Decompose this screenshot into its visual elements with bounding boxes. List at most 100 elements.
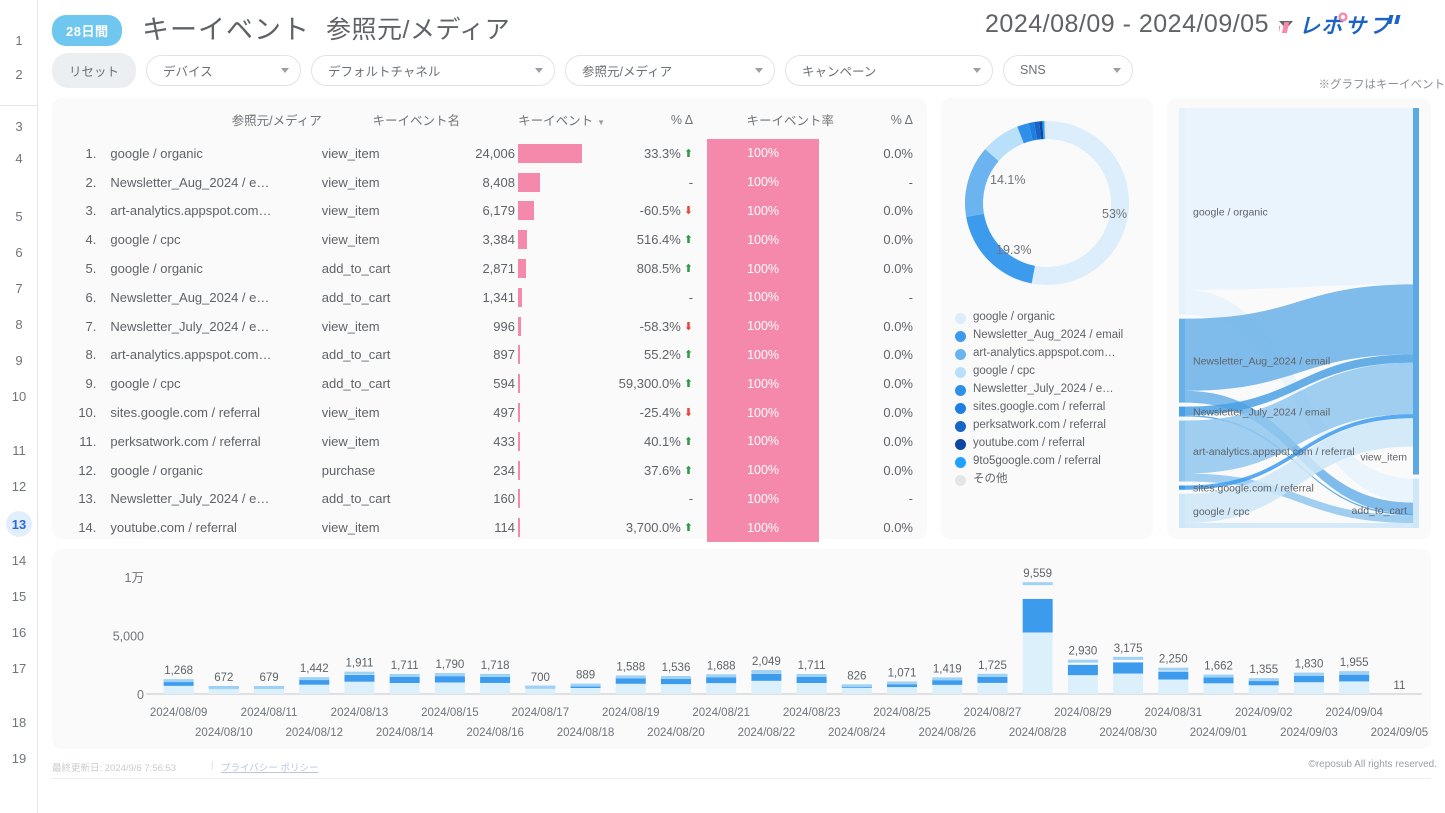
bar-segment-top[interactable]: [570, 683, 601, 687]
bar-segment-base[interactable]: [434, 682, 465, 694]
bar-segment-base[interactable]: [1293, 682, 1324, 694]
table-row[interactable]: 12. google / organic purchase 234 37.6% ⬆ 100%…: [52, 455, 927, 485]
table-row[interactable]: 2. Newsletter_Aug_2024 / e… view_item 8,408…: [52, 167, 927, 197]
bar-segment-top[interactable]: [1203, 674, 1234, 678]
bar-segment-base[interactable]: [1203, 683, 1234, 694]
bar-segment-top[interactable]: [615, 675, 646, 679]
rail-page-10[interactable]: 10: [6, 383, 32, 409]
legend-item[interactable]: youtube.com / referral: [955, 436, 1147, 451]
table-row[interactable]: 1. google / organic view_item 24,006 33.3% ⬆ 1…: [52, 139, 927, 168]
bar-segment-base[interactable]: [796, 682, 827, 694]
bar-segment-base[interactable]: [480, 682, 511, 694]
bar-segment-base[interactable]: [932, 684, 963, 694]
bar-segment-top[interactable]: [751, 670, 782, 674]
legend-item[interactable]: art-analytics.appspot.com…: [955, 346, 1147, 361]
cell-source[interactable]: Newsletter_July_2024 / e…: [106, 312, 321, 341]
bar-segment-mid[interactable]: [480, 676, 511, 683]
th-key-events[interactable]: キーイベント ▼: [460, 98, 605, 139]
filter-campaign[interactable]: キャンペーン: [785, 54, 994, 86]
bar-segment-base[interactable]: [1158, 679, 1189, 694]
bar-segment-top[interactable]: [1113, 656, 1144, 660]
rail-page-7[interactable]: 7: [6, 275, 32, 301]
legend-item[interactable]: google / cpc: [955, 364, 1147, 379]
bar-segment-base[interactable]: [1339, 681, 1370, 694]
bar-segment-base[interactable]: [1067, 675, 1098, 694]
bar-segment-base[interactable]: [1113, 673, 1144, 694]
bar-segment-mid[interactable]: [932, 679, 963, 685]
rail-page-15[interactable]: 15: [6, 583, 32, 609]
bar-segment-top[interactable]: [389, 673, 420, 677]
bar-segment-mid[interactable]: [1339, 674, 1370, 682]
bar-segment-mid[interactable]: [299, 679, 330, 685]
bar-segment-mid[interactable]: [1158, 671, 1189, 680]
bar-segment-mid[interactable]: [615, 678, 646, 684]
bar-segment-top[interactable]: [706, 674, 737, 678]
bar-segment-base[interactable]: [525, 688, 556, 694]
legend-item[interactable]: perksatwork.com / referral: [955, 418, 1147, 433]
legend-item[interactable]: その他: [955, 472, 1147, 487]
bar-segment-top[interactable]: [660, 676, 691, 680]
rail-page-5[interactable]: 5: [6, 203, 32, 229]
bar-segment-top[interactable]: [480, 673, 511, 677]
bar-segment-top[interactable]: [525, 685, 556, 689]
cell-source[interactable]: art-analytics.appspot.com…: [106, 197, 321, 226]
filter-default-channel[interactable]: デフォルトチャネル: [311, 54, 556, 86]
rail-page-13[interactable]: 13: [6, 511, 32, 537]
rail-page-8[interactable]: 8: [6, 311, 32, 337]
cell-source[interactable]: Newsletter_Aug_2024 / e…: [106, 283, 321, 312]
bar-segment-base[interactable]: [299, 684, 330, 694]
th-source[interactable]: 参照元/メディア: [106, 98, 322, 139]
rail-page-12[interactable]: 12: [6, 473, 32, 499]
th-event-name[interactable]: キーイベント名: [322, 98, 460, 139]
th-delta-1[interactable]: % Δ: [605, 98, 707, 139]
bar-segment-mid[interactable]: [796, 676, 827, 683]
sankey-node-event[interactable]: [1413, 108, 1419, 475]
bar-segment-mid[interactable]: [1067, 664, 1098, 676]
table-row[interactable]: 10. sites.google.com / referral view_item 4…: [52, 398, 927, 427]
sankey-node-source[interactable]: [1179, 406, 1185, 417]
daily-bar-chart[interactable]: 0 5,000 1万 1,268 2024/08/09 672 2024/08/10 679 2…: [52, 549, 1431, 749]
bar-segment-base[interactable]: [1248, 685, 1279, 694]
bar-segment-base[interactable]: [660, 684, 691, 694]
cell-source[interactable]: youtube.com / referral: [106, 513, 321, 542]
bar-segment-base[interactable]: [887, 687, 918, 694]
legend-item[interactable]: Newsletter_Aug_2024 / email: [955, 328, 1147, 343]
legend-item[interactable]: google / organic: [955, 310, 1147, 325]
bar-segment-mid[interactable]: [660, 678, 691, 685]
sankey-link[interactable]: [1185, 108, 1413, 290]
bar-segment-mid[interactable]: [434, 676, 465, 683]
bar-segment-base[interactable]: [615, 683, 646, 694]
bar-segment-base[interactable]: [1022, 632, 1053, 694]
rail-page-6[interactable]: 6: [6, 239, 32, 265]
sankey-chart[interactable]: google / organic Newsletter_Aug_2024 / em…: [1167, 98, 1431, 539]
bar-segment-mid[interactable]: [1203, 677, 1234, 684]
bar-segment-top[interactable]: [434, 673, 465, 677]
bar-segment-top[interactable]: [1339, 671, 1370, 675]
bar-segment-top[interactable]: [841, 684, 872, 688]
bar-segment-top[interactable]: [887, 681, 918, 685]
sankey-node-source[interactable]: [1179, 485, 1185, 490]
rail-page-17[interactable]: 17: [6, 655, 32, 681]
bar-segment-mid[interactable]: [977, 676, 1008, 683]
cell-source[interactable]: sites.google.com / referral: [106, 398, 321, 427]
bar-segment-top[interactable]: [1248, 678, 1279, 682]
table-row[interactable]: 13. Newsletter_July_2024 / e… add_to_cart 1…: [52, 484, 927, 514]
privacy-policy-link[interactable]: プライバシー ポリシー: [221, 760, 318, 774]
bar-segment-base[interactable]: [751, 680, 782, 694]
bar-segment-top[interactable]: [254, 686, 285, 690]
filter-device[interactable]: デバイス: [146, 54, 302, 86]
bar-segment-mid[interactable]: [1293, 675, 1324, 683]
table-row[interactable]: 11. perksatwork.com / referral view_item 43…: [52, 426, 927, 456]
bar-segment-top[interactable]: [1022, 582, 1053, 586]
bar-segment-mid[interactable]: [751, 673, 782, 681]
rail-page-16[interactable]: 16: [6, 619, 32, 645]
rail-page-2[interactable]: 2: [6, 61, 32, 87]
rail-page-18[interactable]: 18: [6, 709, 32, 735]
rail-page-9[interactable]: 9: [6, 347, 32, 373]
period-badge[interactable]: 28日間: [52, 15, 123, 46]
table-row[interactable]: 6. Newsletter_Aug_2024 / e… add_to_cart 1,3…: [52, 282, 927, 312]
bar-segment-top[interactable]: [796, 673, 827, 677]
bar-segment-top[interactable]: [299, 677, 330, 681]
bar-segment-mid[interactable]: [1022, 598, 1053, 633]
table-row[interactable]: 8. art-analytics.appspot.com… add_to_cart 8…: [52, 340, 927, 370]
